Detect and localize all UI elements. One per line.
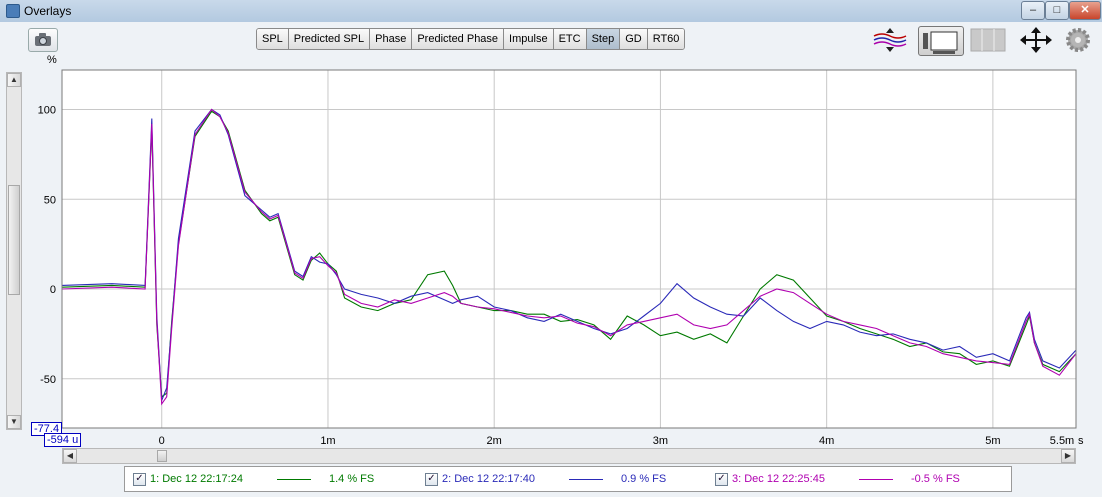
y-tick-label: -50 — [40, 374, 56, 386]
legend-value-2: 0.9 % FS — [620, 473, 667, 485]
legend-value-3: -0.5 % FS — [910, 473, 960, 485]
legend-swatch-2 — [568, 478, 603, 480]
x-tick-label: 2m — [487, 435, 502, 447]
legend-checkbox-2[interactable]: ✓ — [425, 472, 438, 486]
y-tick-label: 0 — [50, 284, 56, 296]
scroll-right-arrow-icon[interactable]: ▶ — [1061, 449, 1075, 463]
x-tick-label: 5.5m — [1050, 435, 1074, 447]
legend-item-3: ✓ 3: Dec 12 22:25:45 -0.5 % FS — [715, 471, 960, 487]
y-tick-label: 50 — [44, 194, 56, 206]
legend-value-1: 1.4 % FS — [328, 473, 375, 485]
legend-checkbox-3[interactable]: ✓ — [715, 472, 728, 486]
legend-swatch-1 — [276, 478, 311, 480]
horizontal-scroll-thumb[interactable] — [157, 450, 167, 462]
legend-label-1: 1: Dec 12 22:17:24 — [150, 473, 243, 485]
legend-checkbox-1[interactable]: ✓ — [133, 472, 146, 486]
y-tick-label: 100 — [38, 104, 56, 116]
plot-area — [61, 69, 1077, 429]
horizontal-scrollbar[interactable]: ◀ ▶ — [62, 448, 1076, 464]
x-tick-label: 0 — [159, 435, 165, 447]
step-response-chart[interactable]: 100 50 0 -50 0 1m 2m 3m 4m 5m 5.5m s — [0, 0, 1102, 497]
x-tick-label: 3m — [653, 435, 668, 447]
legend-swatch-3 — [858, 478, 893, 480]
x-unit-label: s — [1078, 435, 1084, 447]
x-tick-label: 5m — [985, 435, 1000, 447]
x-tick-label: 1m — [320, 435, 335, 447]
legend-label-3: 3: Dec 12 22:25:45 — [732, 473, 825, 485]
legend-item-1: ✓ 1: Dec 12 22:17:24 1.4 % FS — [133, 471, 374, 487]
scroll-left-arrow-icon[interactable]: ◀ — [63, 449, 77, 463]
legend-item-2: ✓ 2: Dec 12 22:17:40 0.9 % FS — [425, 471, 666, 487]
cursor-x-readout: -594 u — [44, 433, 82, 447]
legend: ✓ 1: Dec 12 22:17:24 1.4 % FS ✓ 2: Dec 1… — [124, 466, 1012, 492]
legend-label-2: 2: Dec 12 22:17:40 — [442, 473, 535, 485]
x-tick-label: 4m — [819, 435, 834, 447]
